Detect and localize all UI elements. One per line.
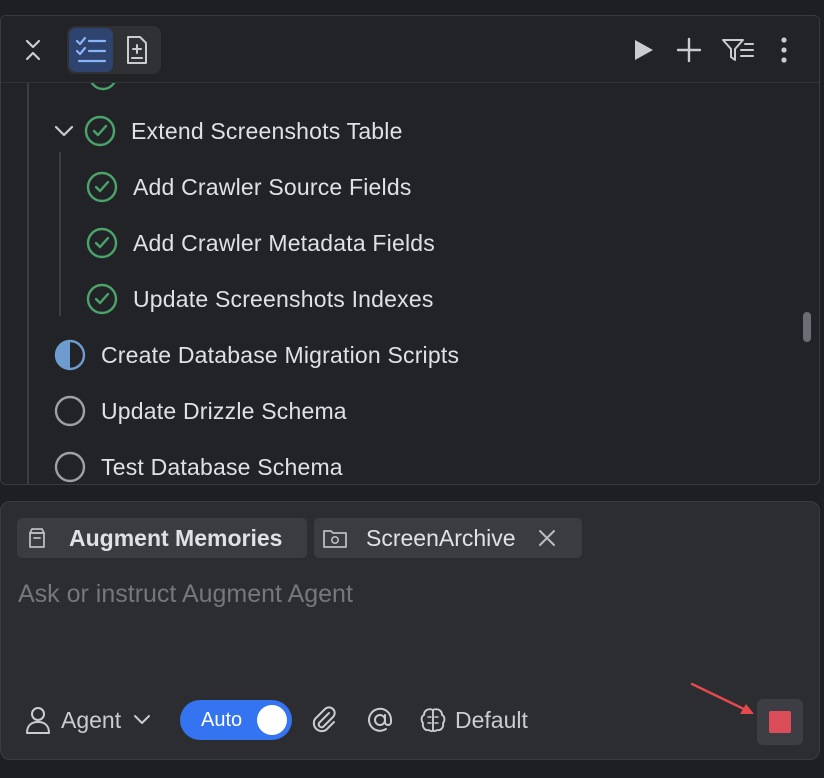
stop-icon: [769, 711, 791, 733]
mode-label: Agent: [61, 707, 121, 734]
empty-circle-icon[interactable]: [53, 450, 87, 484]
check-circle-icon: [87, 82, 119, 92]
check-circle-icon[interactable]: [85, 226, 119, 260]
composer: Augment Memories ScreenArchive Agent Aut…: [0, 501, 820, 760]
more-vertical-icon[interactable]: [769, 30, 799, 70]
task-label: Test Database Schema: [101, 454, 343, 481]
task-label: Add Crawler Source Fields: [133, 174, 412, 201]
task-item[interactable]: Add Crawler Metadata Fields: [85, 221, 435, 265]
memory-box-icon: [27, 527, 47, 549]
auto-toggle-label: Auto: [201, 709, 242, 732]
task-item[interactable]: Extend Screenshots Table: [49, 109, 403, 153]
prompt-input[interactable]: [16, 574, 798, 614]
task-item-partial: [87, 82, 119, 98]
task-item[interactable]: Test Database Schema: [53, 445, 343, 484]
collapse-icon[interactable]: [15, 32, 51, 68]
tree-guide-line: [27, 82, 29, 484]
context-chip-memories[interactable]: Augment Memories: [17, 518, 307, 558]
annotation-arrow-icon: [688, 680, 760, 720]
context-chip-folder[interactable]: ScreenArchive: [314, 518, 582, 558]
folder-gear-icon: [322, 527, 348, 549]
task-label: Create Database Migration Scripts: [101, 342, 459, 369]
chip-label: ScreenArchive: [366, 525, 516, 552]
check-circle-icon[interactable]: [85, 170, 119, 204]
tree-guide-line-nested: [59, 152, 61, 316]
stop-button[interactable]: [757, 699, 803, 745]
check-circle-icon[interactable]: [85, 282, 119, 316]
filter-list-icon[interactable]: [717, 30, 759, 70]
paperclip-icon[interactable]: [309, 698, 339, 742]
check-circle-icon[interactable]: [83, 114, 117, 148]
model-label: Default: [455, 707, 528, 734]
user-icon: [25, 706, 51, 734]
plus-icon[interactable]: [669, 30, 709, 70]
task-label: Extend Screenshots Table: [131, 118, 403, 145]
half-circle-progress-icon[interactable]: [53, 338, 87, 372]
task-label: Update Screenshots Indexes: [133, 286, 434, 313]
at-mention-icon[interactable]: [365, 698, 395, 742]
brain-icon: [419, 706, 447, 734]
task-toolbar: [1, 16, 819, 83]
model-selector[interactable]: Default: [419, 698, 528, 742]
toggle-knob: [257, 705, 287, 735]
task-item[interactable]: Update Drizzle Schema: [53, 389, 347, 433]
play-icon[interactable]: [623, 30, 663, 70]
task-label: Add Crawler Metadata Fields: [133, 230, 435, 257]
chevron-down-icon[interactable]: [49, 124, 79, 138]
scrollbar-thumb[interactable]: [803, 312, 811, 342]
task-label: Update Drizzle Schema: [101, 398, 347, 425]
task-item[interactable]: Add Crawler Source Fields: [85, 165, 412, 209]
auto-toggle[interactable]: Auto: [180, 700, 292, 740]
chip-label: Augment Memories: [69, 525, 282, 552]
empty-circle-icon[interactable]: [53, 394, 87, 428]
task-tree: Extend Screenshots Table Add Crawler Sou…: [1, 82, 819, 484]
mode-dropdown[interactable]: Agent: [25, 698, 151, 742]
chevron-down-icon: [133, 714, 151, 726]
close-icon[interactable]: [538, 529, 556, 547]
task-item[interactable]: Create Database Migration Scripts: [53, 333, 459, 377]
task-panel: Extend Screenshots Table Add Crawler Sou…: [0, 15, 820, 485]
task-item[interactable]: Update Screenshots Indexes: [85, 277, 434, 321]
checklist-icon[interactable]: [71, 30, 111, 70]
document-add-icon[interactable]: [117, 30, 157, 70]
